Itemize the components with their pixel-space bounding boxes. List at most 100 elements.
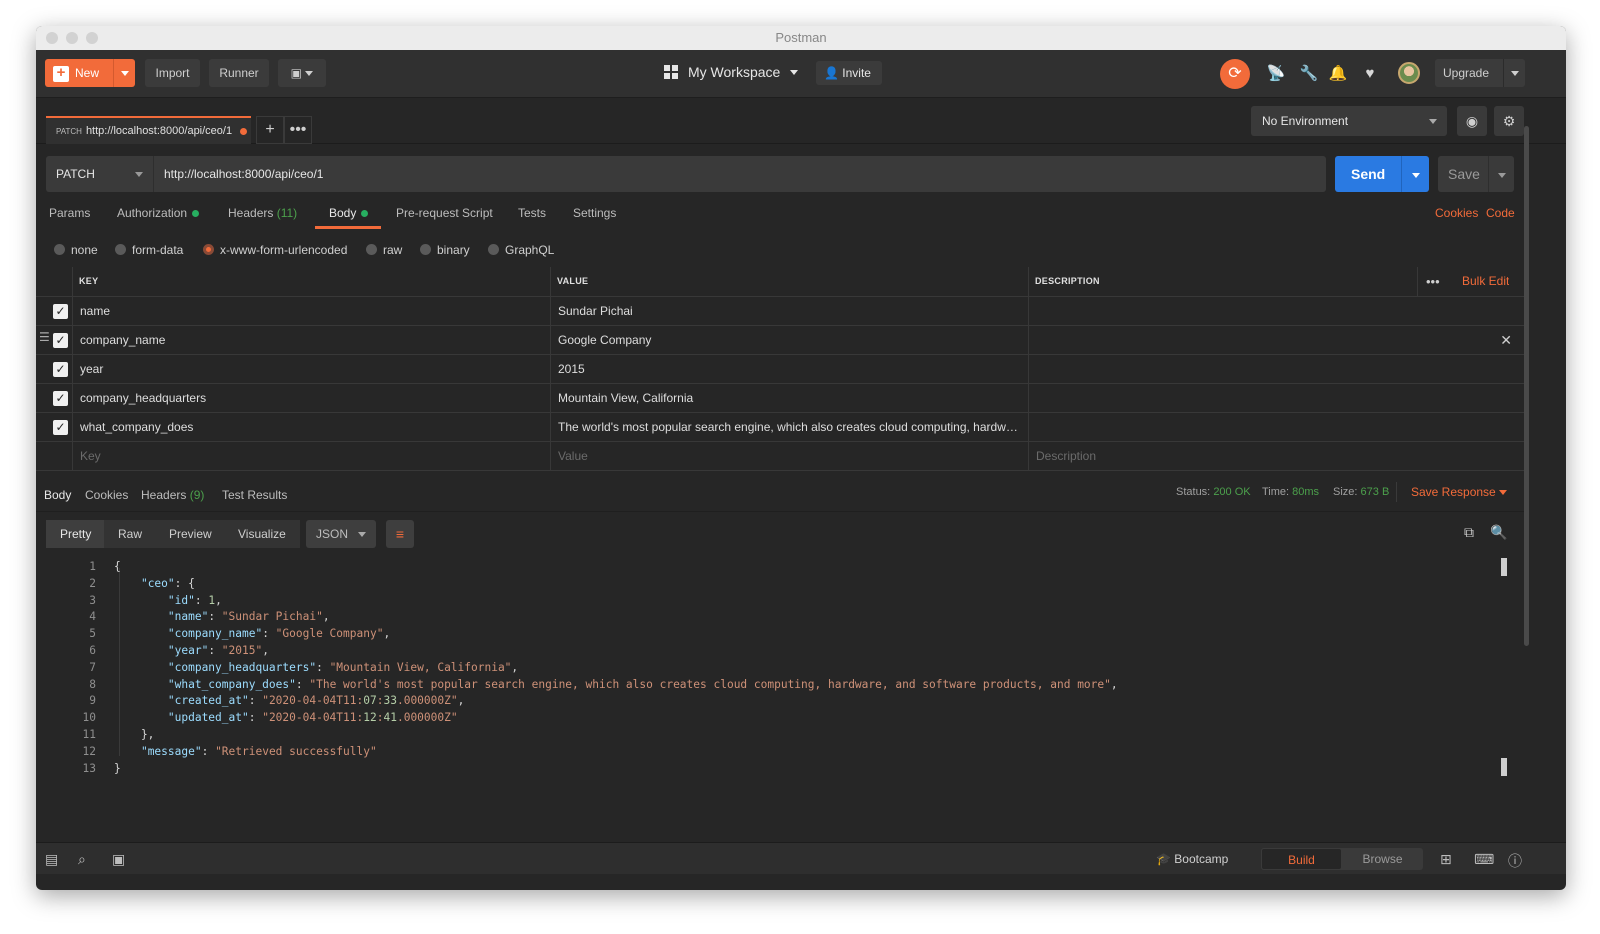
delete-row-icon[interactable]: ✕ <box>1500 326 1512 355</box>
time-value[interactable]: 80ms <box>1292 486 1319 498</box>
row-key[interactable]: company_name <box>73 326 543 355</box>
url-input[interactable]: http://localhost:8000/api/ceo/1 <box>164 156 323 192</box>
radio-urlencoded[interactable]: x-www-form-urlencoded <box>203 243 347 257</box>
row-key[interactable]: year <box>73 355 543 384</box>
tab-settings[interactable]: Settings <box>573 206 616 220</box>
copy-icon[interactable]: ⧉ <box>1464 524 1474 541</box>
minimize-window-button[interactable] <box>66 32 78 44</box>
row-value[interactable]: Sundar Pichai <box>551 297 1021 326</box>
tab-prerequest-script[interactable]: Pre-request Script <box>396 206 493 220</box>
row-key[interactable]: company_headquarters <box>73 384 543 413</box>
tab-authorization[interactable]: Authorization <box>117 206 200 220</box>
heart-icon[interactable]: ♥ <box>1360 64 1380 84</box>
console-icon[interactable]: ▣ <box>112 851 125 868</box>
bootcamp-button[interactable]: 🎓 Bootcamp <box>1156 852 1228 866</box>
send-button[interactable]: Send <box>1335 156 1429 192</box>
status-value[interactable]: 200 OK <box>1213 486 1250 498</box>
size-value[interactable]: 673 B <box>1361 486 1390 498</box>
zoom-window-button[interactable] <box>86 32 98 44</box>
format-select[interactable]: JSON <box>306 520 376 548</box>
bulk-edit-link[interactable]: Bulk Edit <box>1455 267 1509 296</box>
build-tab[interactable]: Build <box>1261 848 1342 870</box>
new-value-input[interactable]: Value <box>551 442 1021 471</box>
upgrade-button[interactable]: Upgrade <box>1435 59 1525 87</box>
cookies-link[interactable]: Cookies <box>1435 206 1478 220</box>
row-value[interactable]: Google Company <box>551 326 1021 355</box>
row-value[interactable]: Mountain View, California <box>551 384 1021 413</box>
save-button[interactable]: Save <box>1438 156 1514 192</box>
two-pane-view-icon[interactable]: ⊞ <box>1440 851 1452 868</box>
radio-graphql[interactable]: GraphQL <box>488 243 554 257</box>
radio-form-data[interactable]: form-data <box>115 243 183 257</box>
view-pretty[interactable]: Pretty <box>46 520 106 548</box>
response-tab-body[interactable]: Body <box>44 488 71 502</box>
view-preview[interactable]: Preview <box>155 520 226 548</box>
search-icon[interactable]: ⌕ <box>78 851 86 868</box>
upgrade-dropdown-button[interactable] <box>1503 59 1525 87</box>
radio-raw[interactable]: raw <box>366 243 402 257</box>
gear-icon[interactable]: ⚙ <box>1494 106 1524 136</box>
window-scrollbar[interactable] <box>1524 126 1529 646</box>
wrap-lines-icon[interactable]: ≡ <box>386 520 414 548</box>
tab-options-button[interactable]: ••• <box>284 116 312 144</box>
save-response-button[interactable]: Save Response <box>1411 485 1508 499</box>
drag-handle-icon[interactable]: ☰ <box>39 331 51 343</box>
new-dropdown-button[interactable] <box>113 59 135 87</box>
help-icon[interactable]: ⓘ <box>1508 851 1522 871</box>
tab-headers[interactable]: Headers (11) <box>228 206 297 220</box>
send-dropdown-button[interactable] <box>1401 156 1429 192</box>
notifications-bell-icon[interactable]: 🔔 <box>1328 64 1348 84</box>
status-dot-icon <box>192 210 200 218</box>
browse-tab[interactable]: Browse <box>1342 848 1423 870</box>
save-dropdown-button[interactable] <box>1488 156 1514 192</box>
scrollbar-thumb[interactable] <box>1501 758 1507 776</box>
environment-select[interactable]: No Environment <box>1251 106 1447 136</box>
code-link[interactable]: Code <box>1486 206 1515 220</box>
new-description-input[interactable]: Description <box>1029 442 1499 471</box>
tab-tests[interactable]: Tests <box>518 206 546 220</box>
radio-binary[interactable]: binary <box>420 243 470 257</box>
col-divider <box>72 267 73 471</box>
runner-button[interactable]: Runner <box>209 59 269 87</box>
sync-icon[interactable]: ⟳ <box>1220 59 1250 89</box>
response-tab-headers[interactable]: Headers (9) <box>141 488 204 502</box>
row-checkbox[interactable]: ✓ <box>53 304 68 319</box>
tab-params[interactable]: Params <box>49 206 90 220</box>
row-checkbox[interactable]: ✓ <box>53 420 68 435</box>
import-button[interactable]: Import <box>145 59 200 87</box>
row-key[interactable]: name <box>73 297 543 326</box>
row-checkbox[interactable]: ✓ <box>53 362 68 377</box>
row-value[interactable]: 2015 <box>551 355 1021 384</box>
view-visualize[interactable]: Visualize <box>224 520 300 548</box>
settings-wrench-icon[interactable]: 🔧 <box>1299 64 1319 84</box>
add-tab-button[interactable]: + <box>256 116 284 144</box>
search-icon[interactable]: 🔍 <box>1490 524 1507 541</box>
method-select[interactable]: PATCH <box>46 156 154 192</box>
response-body-editor[interactable]: 1 {2 "ceo": {3 "id": 1, 4 "name": "Sundar … <box>46 556 1506 834</box>
response-tab-cookies[interactable]: Cookies <box>85 488 128 502</box>
request-tab[interactable]: PATCH http://localhost:8000/api/ceo/1 <box>46 116 251 144</box>
row-key[interactable]: what_company_does <box>73 413 543 442</box>
close-window-button[interactable] <box>46 32 58 44</box>
tab-body[interactable]: Body <box>329 206 369 220</box>
capture-requests-icon[interactable]: 📡 <box>1266 64 1286 84</box>
row-value[interactable]: The world's most popular search engine, … <box>551 413 1021 442</box>
invite-button[interactable]: 👤 Invite <box>816 61 882 85</box>
avatar[interactable] <box>1398 62 1420 84</box>
response-tab-test-results[interactable]: Test Results <box>222 488 287 502</box>
more-options-icon[interactable]: ••• <box>1419 267 1440 296</box>
scrollbar-thumb[interactable] <box>1501 558 1507 576</box>
radio-none[interactable]: none <box>54 243 98 257</box>
sidebar-toggle-icon[interactable]: ▤ <box>45 851 58 868</box>
code-text: "company_headquarters": "Mountain View, … <box>167 660 519 674</box>
code-text: "name": "Sundar Pichai", <box>167 610 330 624</box>
new-key-input[interactable]: Key <box>73 442 543 471</box>
workspace-selector[interactable]: My Workspace <box>664 64 799 80</box>
view-raw[interactable]: Raw <box>104 520 157 548</box>
keyboard-shortcuts-icon[interactable]: ⌨ <box>1474 851 1494 868</box>
new-window-button[interactable]: ▣ <box>278 59 326 87</box>
environment-quick-look-icon[interactable]: ◉ <box>1457 106 1487 136</box>
new-button[interactable]: + New <box>45 59 135 87</box>
row-checkbox[interactable]: ✓ <box>53 391 68 406</box>
row-checkbox[interactable]: ✓ <box>53 333 68 348</box>
